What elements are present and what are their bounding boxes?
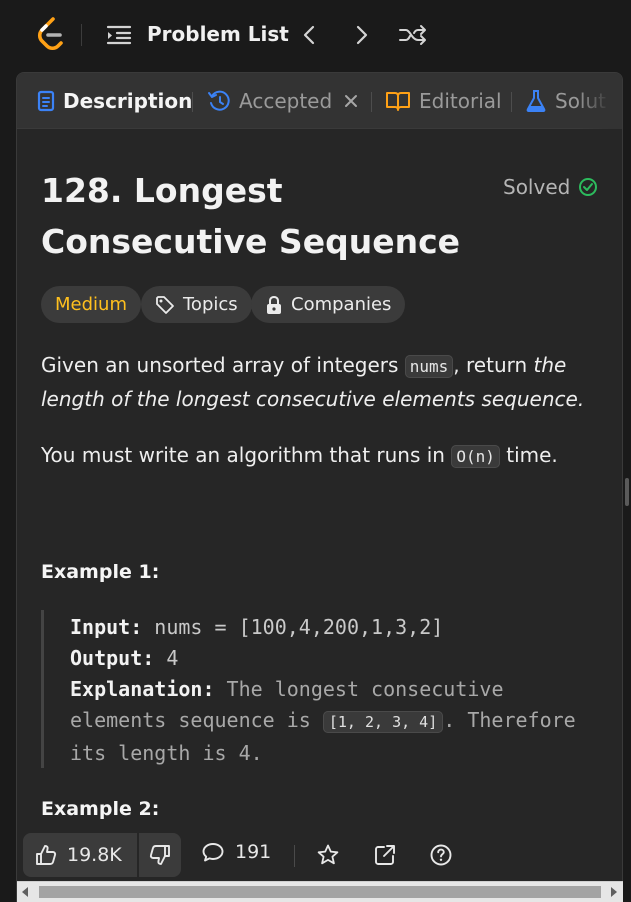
- tab-divider: [371, 92, 372, 112]
- tab-accepted[interactable]: Accepted: [207, 87, 332, 115]
- lock-icon: [267, 295, 281, 314]
- horizontal-scrollbar[interactable]: [17, 881, 623, 902]
- companies-label: Companies: [291, 294, 392, 315]
- input-value: nums = [100,4,200,1,3,2]: [154, 615, 444, 639]
- external-link-icon: [375, 845, 395, 865]
- close-tab-button[interactable]: [340, 90, 362, 112]
- thumbs-up-icon: [36, 845, 57, 865]
- previous-problem-button[interactable]: [296, 22, 322, 48]
- chevron-left-icon: [303, 25, 315, 45]
- problem-description: Given an unsorted array of integers nums…: [41, 349, 601, 416]
- thumbs-down-icon: [149, 845, 170, 865]
- difficulty-label: Medium: [55, 294, 127, 315]
- horizontal-scrollbar-thumb[interactable]: [39, 886, 601, 898]
- solved-label: Solved: [503, 175, 571, 199]
- scroll-right-arrow-icon[interactable]: [611, 887, 617, 897]
- book-icon: [386, 92, 410, 111]
- description-text: , return: [453, 353, 534, 377]
- description-text: time.: [499, 443, 558, 467]
- inline-code: O(n): [451, 445, 500, 468]
- description-icon: [37, 90, 55, 112]
- tab-accepted-label: Accepted: [239, 89, 333, 113]
- shuffle-icon: [399, 25, 426, 45]
- inline-code: nums: [404, 355, 454, 378]
- question-circle-icon: [430, 844, 452, 866]
- explanation-label: Explanation:: [70, 677, 215, 701]
- problem-constraint-text: You must write an algorithm that runs in…: [41, 439, 601, 473]
- vote-group: 19.8K: [23, 833, 181, 877]
- share-button[interactable]: [371, 841, 399, 869]
- star-icon: [317, 844, 339, 865]
- close-icon: [345, 95, 357, 107]
- tag-icon: [156, 295, 174, 314]
- topics-label: Topics: [183, 294, 238, 315]
- chevron-right-icon: [356, 25, 368, 45]
- output-value: 4: [166, 646, 179, 670]
- description-text: Given an unsorted array of integers: [41, 353, 405, 377]
- problem-list-icon[interactable]: [106, 24, 132, 46]
- tab-divider: [511, 92, 512, 112]
- output-label: Output:: [70, 646, 155, 670]
- leetcode-logo-icon[interactable]: [36, 17, 66, 51]
- input-label: Input:: [70, 615, 143, 639]
- nav-divider: [81, 24, 82, 46]
- topics-button[interactable]: Topics: [141, 286, 252, 323]
- example-1-heading: Example 1:: [41, 561, 160, 583]
- history-icon: [208, 90, 230, 111]
- tab-description-label: Description: [63, 89, 193, 113]
- flask-icon: [526, 90, 546, 112]
- companies-button[interactable]: Companies: [251, 286, 406, 323]
- top-navigation: Problem List: [0, 0, 631, 72]
- description-panel: Description Accepted Editorial 128. Long…: [16, 72, 623, 902]
- comment-count: 191: [235, 841, 272, 863]
- comments-button[interactable]: 191: [201, 841, 271, 863]
- comment-icon: [202, 843, 224, 862]
- tab-editorial[interactable]: Editorial: [385, 87, 502, 115]
- action-divider: [294, 845, 295, 867]
- check-circle-icon: [579, 178, 598, 196]
- scroll-left-arrow-icon[interactable]: [22, 887, 28, 897]
- tab-divider: [192, 92, 193, 112]
- tab-description[interactable]: Description: [37, 87, 192, 115]
- dislike-button[interactable]: [139, 833, 181, 877]
- random-problem-button[interactable]: [397, 22, 429, 48]
- inline-code: [1, 2, 3, 4]: [322, 711, 444, 733]
- tab-overflow-fade: [577, 73, 622, 129]
- favorite-button[interactable]: [314, 841, 342, 869]
- tab-editorial-label: Editorial: [419, 89, 502, 113]
- like-button[interactable]: 19.8K: [23, 833, 137, 877]
- next-problem-button[interactable]: [349, 22, 375, 48]
- vertical-scrollbar-thumb[interactable]: [625, 478, 629, 506]
- example-2-heading: Example 2:: [41, 798, 160, 820]
- solved-status: Solved: [503, 175, 598, 199]
- example-1-block: Input: nums = [100,4,200,1,3,2] Output: …: [41, 610, 601, 768]
- problem-title[interactable]: 128. Longest Consecutive Sequence: [41, 165, 491, 267]
- difficulty-badge: Medium: [41, 286, 141, 323]
- tab-bar: Description Accepted Editorial: [17, 73, 622, 129]
- help-button[interactable]: [427, 841, 455, 869]
- problem-list-label[interactable]: Problem List: [147, 22, 289, 46]
- description-text: You must write an algorithm that runs in: [41, 443, 452, 467]
- action-bar: 19.8K 191: [17, 825, 622, 885]
- like-count: 19.8K: [67, 844, 122, 866]
